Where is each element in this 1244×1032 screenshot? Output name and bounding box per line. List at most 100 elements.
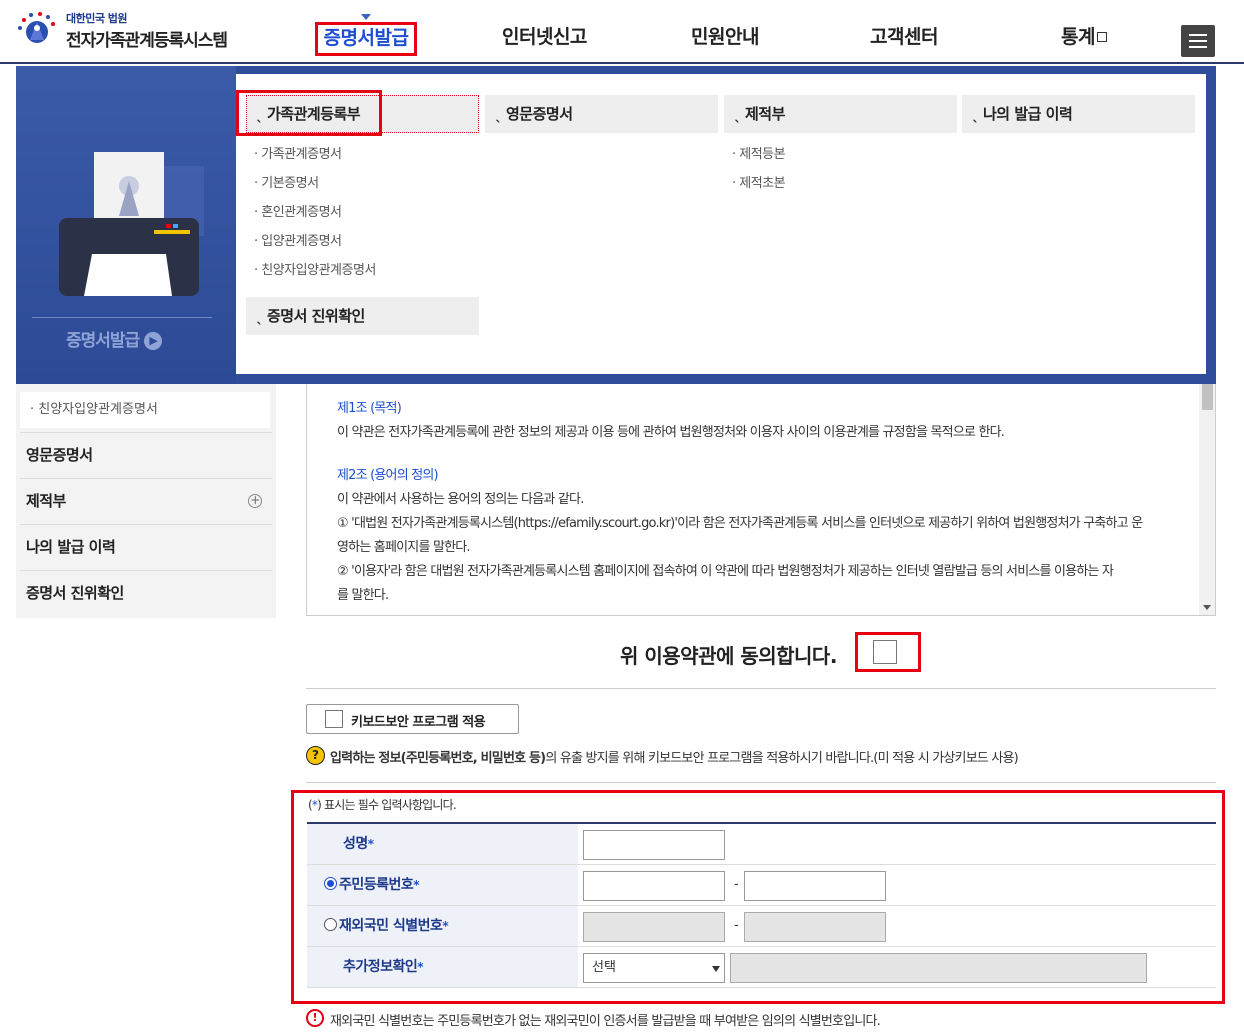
menu-my-issue-history[interactable]: ˎ 나의 발급 이력 [962, 95, 1195, 133]
side-item-verify[interactable]: 증명서 진위확인 [20, 570, 272, 614]
form-label-extra-info: 추가정보확인* [307, 947, 578, 987]
label-text: 재외국민 식별번호 [339, 918, 443, 934]
form-row-extra-info: 추가정보확인* 선택 [307, 947, 1216, 988]
terms-article-1-title: 제1조 (목적) [337, 401, 402, 416]
label-text: 주민등록번호 [339, 877, 414, 893]
menu-item-label: 기본증명서 [261, 176, 319, 191]
mega-caption-divider [32, 317, 212, 318]
keyboard-security-label: 키보드보안 프로그램 적용 [351, 715, 486, 730]
keyboard-security-toggle[interactable]: 키보드보안 프로그램 적용 [306, 704, 519, 734]
active-nav-indicator [361, 14, 371, 20]
logo-title: 전자가족관계등록시스템 [66, 31, 228, 51]
nav-customer-center[interactable]: 고객센터 [870, 22, 938, 49]
overseas-id-radio[interactable] [324, 917, 337, 931]
mega-caption[interactable]: 증명서발급 ▶ [66, 326, 163, 351]
name-input[interactable] [583, 830, 725, 860]
divider [306, 688, 1216, 689]
terms-article-2-line: ② '이용자'라 함은 대법원 전자가족관계등록시스템 홈페이지에 접속하여 이… [337, 564, 1114, 579]
highlight-box [236, 90, 382, 136]
hamburger-icon-line [1189, 40, 1207, 42]
menu-item-label: 제적등본 [739, 147, 786, 162]
site-logo[interactable]: 대한민국 법원 전자가족관계등록시스템 [16, 8, 256, 54]
side-item-issue-history[interactable]: 나의 발급 이력 [20, 524, 272, 568]
menu-item-label: 혼인관계증명서 [261, 205, 342, 220]
required-star: * [417, 960, 424, 974]
terms-article-2-line: 영하는 홈페이지를 말한다. [337, 540, 471, 555]
menu-item-removal-extract[interactable]: · 제적초본 [732, 172, 786, 191]
menu-removal-registry[interactable]: ˎ 제적부 [724, 95, 957, 133]
form-label-resident-number[interactable]: 주민등록번호* [307, 865, 578, 905]
mega-menu-visual: 증명서발급 ▶ [16, 66, 236, 384]
side-item-label: 영문증명서 [26, 446, 93, 464]
overseas-id-notice: 재외국민 식별번호는 주민등록번호가 없는 재외국민이 인증서를 발급받을 때 … [330, 1014, 881, 1029]
menu-english-certificate-label: 영문증명서 [506, 105, 573, 123]
resident-number-back-input[interactable] [744, 871, 886, 901]
side-subitem-full-adoption[interactable]: · 친양자입양관계증명서 [20, 392, 270, 428]
identity-form: 성명* 주민등록번호* - 재외국민 식별번호* - 추가정보확인* 선택 [307, 822, 1216, 988]
court-emblem-icon [18, 12, 55, 43]
nav-certificate-issue[interactable]: 증명서발급 [315, 22, 417, 56]
nav-statistics[interactable]: 통계 [1061, 22, 1107, 49]
side-item-label: 나의 발급 이력 [26, 538, 116, 556]
terms-agree-label: 위 이용약관에 동의합니다. [620, 644, 837, 668]
warning-icon: ! [306, 1009, 324, 1027]
terms-of-use-box[interactable]: 제1조 (목적) 이 약관은 전자가족관계등록에 관한 정보의 제공과 이용 등… [306, 384, 1216, 616]
menu-item-adoption-cert[interactable]: · 입양관계증명서 [254, 230, 342, 249]
required-note: (*) 표시는 필수 입력사항입니다. [308, 796, 457, 813]
resident-number-radio[interactable] [324, 876, 337, 890]
resident-number-front-input[interactable] [583, 871, 725, 901]
scroll-down-arrow-icon[interactable] [1203, 605, 1211, 610]
all-menu-button[interactable] [1181, 25, 1215, 57]
form-label-name: 성명* [307, 824, 578, 864]
site-header: 대한민국 법원 전자가족관계등록시스템 증명서발급 인터넷신고 민원안내 고객센… [0, 0, 1244, 64]
nav-statistics-label: 통계 [1061, 26, 1095, 48]
menu-item-removal-copy[interactable]: · 제적등본 [732, 143, 786, 162]
menu-item-full-adoption-cert[interactable]: · 친양자입양관계증명서 [254, 259, 376, 278]
overseas-id-back-input[interactable] [744, 912, 886, 942]
terms-article-2-line: 를 말한다. [337, 588, 389, 603]
menu-item-family-relation[interactable]: · 가족관계증명서 [254, 143, 342, 162]
form-label-overseas-id[interactable]: 재외국민 식별번호* [307, 906, 578, 946]
terms-agree-checkbox[interactable] [873, 640, 897, 664]
notice-emphasis: 입력하는 정보(주민등록번호, 비밀번호 등) [330, 751, 546, 766]
nav-civil-info[interactable]: 민원안내 [691, 22, 759, 49]
printer-icon [59, 152, 204, 296]
extra-info-select[interactable]: 선택 [583, 953, 725, 983]
hamburger-icon-line [1189, 46, 1207, 48]
keyboard-security-notice: 입력하는 정보(주민등록번호, 비밀번호 등)의 유출 방지를 위해 키보드보안… [330, 747, 1019, 766]
expand-plus-icon[interactable]: + [248, 494, 262, 508]
terms-scrollbar[interactable] [1199, 384, 1215, 615]
external-link-icon [1096, 32, 1107, 42]
keyboard-security-checkbox[interactable] [325, 710, 343, 728]
menu-english-certificate[interactable]: ˎ 영문증명서 [485, 95, 718, 133]
menu-item-label: 제적초본 [739, 176, 786, 191]
side-item-english-cert[interactable]: 영문증명서 [20, 432, 272, 476]
terms-article-2-line: 이 약관에서 사용하는 용어의 정의는 다음과 같다. [337, 492, 584, 507]
terms-article-1-body: 이 약관은 전자가족관계등록에 관한 정보의 제공과 이용 등에 관하여 법원행… [337, 425, 1005, 440]
required-star: * [442, 919, 449, 933]
menu-item-label: 가족관계증명서 [261, 147, 342, 162]
scrollbar-thumb[interactable] [1202, 384, 1213, 410]
menu-certificate-verify[interactable]: ˎ 증명서 진위확인 [246, 297, 479, 335]
required-star: * [367, 837, 374, 851]
menu-removal-registry-label: 제적부 [745, 105, 785, 123]
required-star: * [413, 878, 420, 892]
side-item-label: 증명서 진위확인 [26, 584, 124, 602]
menu-item-marriage-cert[interactable]: · 혼인관계증명서 [254, 201, 342, 220]
extra-info-input[interactable] [730, 953, 1147, 983]
menu-item-basic-cert[interactable]: · 기본증명서 [254, 172, 319, 191]
side-item-label: 제적부 [26, 492, 66, 510]
side-navigation: · 친양자입양관계증명서 영문증명서 제적부 + 나의 발급 이력 증명서 진위확… [16, 384, 276, 618]
form-row-overseas-id: 재외국민 식별번호* - [307, 906, 1216, 947]
label-text: 성명 [343, 836, 368, 852]
overseas-id-front-input[interactable] [583, 912, 725, 942]
divider [306, 782, 1216, 783]
label-text: 추가정보확인 [343, 959, 418, 975]
menu-certificate-verify-label: 증명서 진위확인 [267, 307, 365, 325]
nav-internet-report[interactable]: 인터넷신고 [502, 22, 587, 49]
side-item-removal-registry[interactable]: 제적부 + [20, 478, 272, 522]
terms-article-2-title: 제2조 (용어의 정의) [337, 468, 439, 483]
arrow-circle-icon: ▶ [144, 332, 163, 350]
form-row-resident-number: 주민등록번호* - [307, 865, 1216, 906]
notice-text: 의 유출 방지를 위해 키보드보안 프로그램을 적용하시기 바랍니다.(미 적용… [545, 751, 1018, 766]
